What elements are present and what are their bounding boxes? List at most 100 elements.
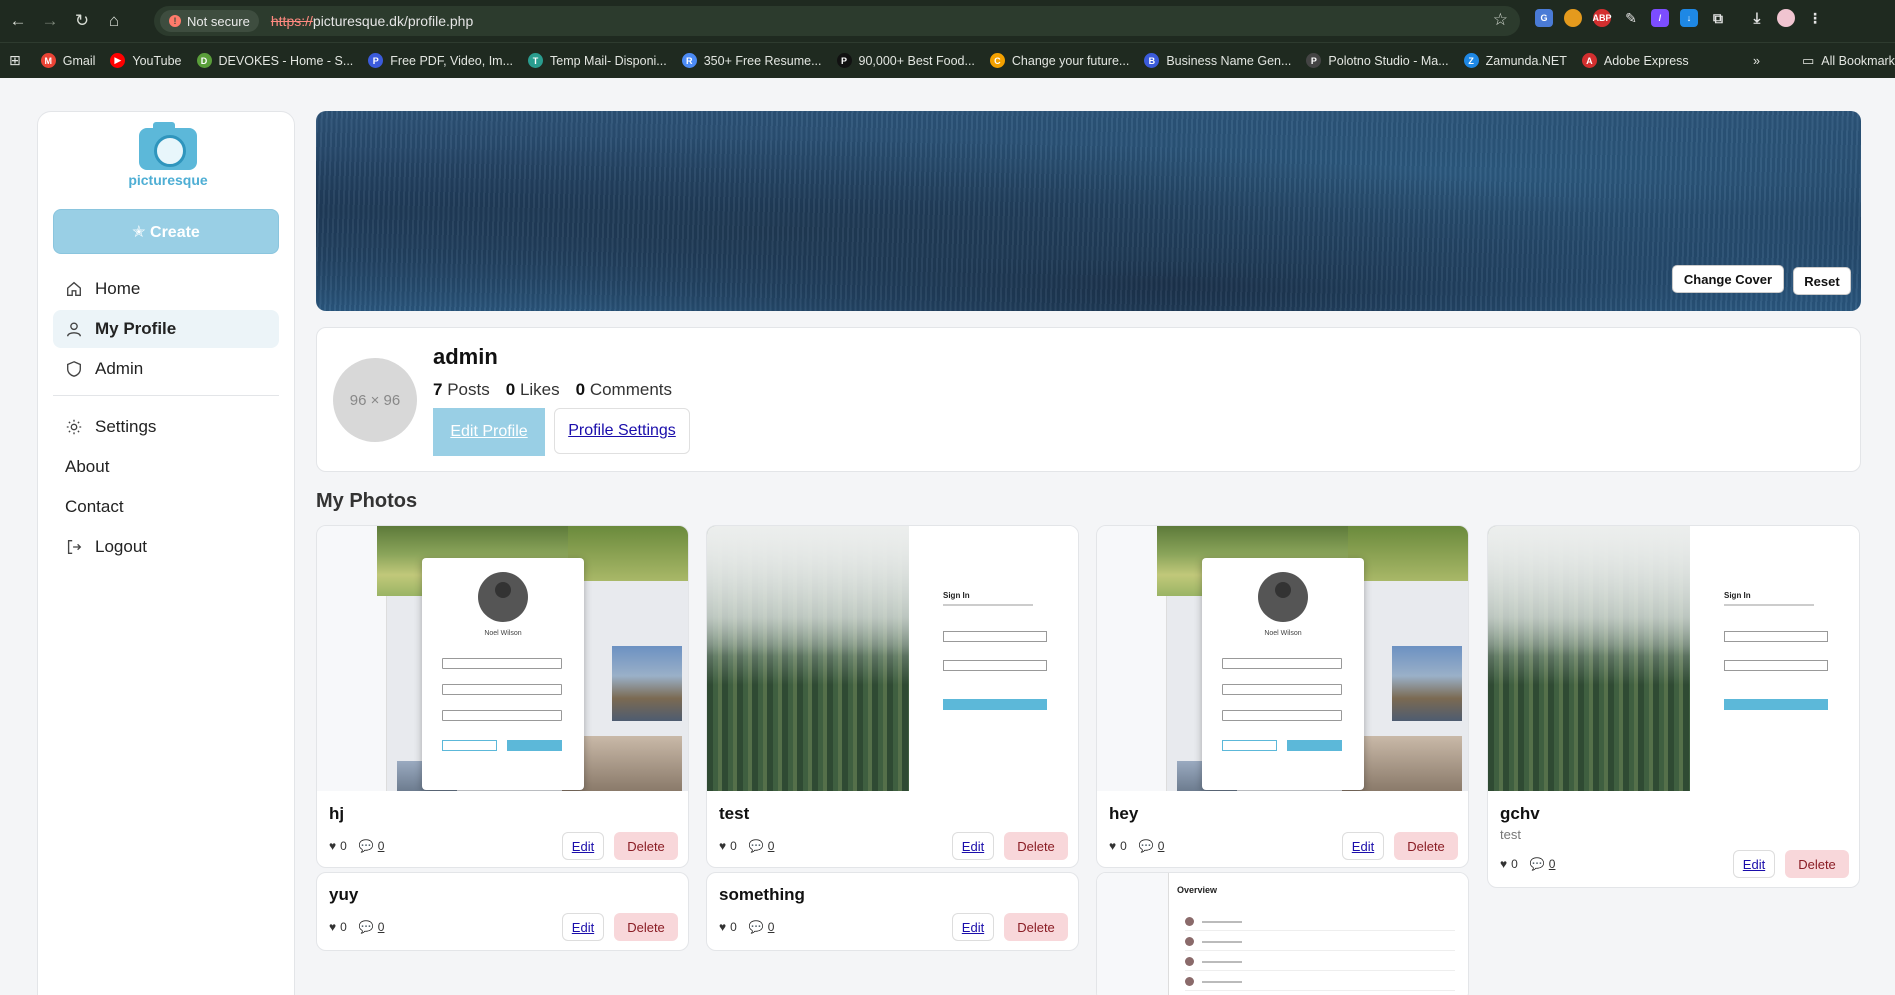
photo-card[interactable]: Noel Wilson hey ♥ 0 💬 0 Edit Delete bbox=[1096, 525, 1469, 868]
reload-icon[interactable]: ↻ bbox=[66, 5, 98, 37]
home-icon[interactable]: ⌂ bbox=[98, 5, 130, 37]
edit-photo-button[interactable]: Edit bbox=[562, 832, 604, 860]
heart-icon: ♥ bbox=[329, 839, 337, 853]
delete-photo-button[interactable]: Delete bbox=[1394, 832, 1458, 860]
bookmark-favicon-icon: D bbox=[196, 53, 212, 68]
home-icon bbox=[67, 281, 81, 296]
edit-photo-button[interactable]: Edit bbox=[1342, 832, 1384, 860]
bookmark-item[interactable]: R 350+ Free Resume... bbox=[681, 53, 822, 68]
menu-icon[interactable]: ⋮ bbox=[1806, 9, 1824, 27]
comments-count[interactable]: 💬 0 bbox=[749, 920, 775, 934]
edit-photo-button[interactable]: Edit bbox=[1733, 850, 1775, 878]
delete-photo-button[interactable]: Delete bbox=[614, 832, 678, 860]
comments-count[interactable]: 💬 0 bbox=[359, 920, 385, 934]
bookmark-label: Polotno Studio - Ma... bbox=[1328, 53, 1449, 68]
comments-count[interactable]: 💬 0 bbox=[749, 839, 775, 853]
apps-icon[interactable]: ⊞ bbox=[9, 52, 21, 69]
camera-logo-icon bbox=[139, 122, 197, 170]
bookmark-item[interactable]: A Adobe Express bbox=[1581, 53, 1689, 68]
comments-count[interactable]: 💬 0 bbox=[359, 839, 385, 853]
forward-icon[interactable]: → bbox=[34, 5, 66, 37]
sidebar-item-home[interactable]: Home bbox=[53, 270, 279, 308]
photo-card[interactable]: something ♥ 0 💬 0 Edit Delete bbox=[706, 872, 1079, 951]
sidebar-item-admin[interactable]: Admin bbox=[53, 350, 279, 388]
change-cover-button[interactable]: Change Cover bbox=[1672, 265, 1784, 293]
url-text[interactable]: https://picturesque.dk/profile.php bbox=[271, 13, 473, 29]
edit-profile-button[interactable]: Edit Profile bbox=[433, 408, 545, 456]
bookmark-favicon-icon: P bbox=[368, 53, 384, 68]
translate-extension-icon[interactable]: G bbox=[1535, 9, 1553, 27]
bookmark-star-icon[interactable]: ☆ bbox=[1493, 10, 1508, 30]
puzzle-icon[interactable]: ⧉ bbox=[1709, 9, 1727, 27]
likes-count[interactable]: ♥ 0 bbox=[719, 839, 737, 853]
bookmark-label: 90,000+ Best Food... bbox=[858, 53, 975, 68]
reset-cover-button[interactable]: Reset bbox=[1793, 267, 1851, 295]
profile-avatar-icon[interactable] bbox=[1777, 9, 1795, 27]
edit-photo-button[interactable]: Edit bbox=[952, 913, 994, 941]
bookmark-item[interactable]: P Free PDF, Video, Im... bbox=[368, 53, 513, 68]
photo-thumbnail[interactable]: Noel Wilson bbox=[1097, 526, 1468, 791]
photo-thumbnail[interactable]: Sign In bbox=[707, 526, 1078, 791]
comments-count[interactable]: 💬 0 bbox=[1530, 857, 1556, 871]
bookmark-favicon-icon: Z bbox=[1463, 53, 1479, 68]
delete-photo-button[interactable]: Delete bbox=[614, 913, 678, 941]
sidebar-item-settings[interactable]: Settings bbox=[53, 408, 279, 446]
eyedropper-icon[interactable]: ✎ bbox=[1622, 9, 1640, 27]
sidebar-item-my-profile[interactable]: My Profile bbox=[53, 310, 279, 348]
sidebar-item-contact[interactable]: Contact bbox=[53, 488, 279, 526]
downloads-icon[interactable]: ⤓ bbox=[1748, 9, 1766, 27]
bookmark-label: Adobe Express bbox=[1603, 53, 1689, 68]
sidebar-item-about[interactable]: About bbox=[53, 448, 279, 486]
security-indicator[interactable]: ! Not secure bbox=[160, 10, 259, 32]
edit-photo-button[interactable]: Edit bbox=[952, 832, 994, 860]
logo-text: picturesque bbox=[128, 172, 208, 188]
photo-card[interactable]: yuy ♥ 0 💬 0 Edit Delete bbox=[316, 872, 689, 951]
delete-photo-button[interactable]: Delete bbox=[1004, 832, 1068, 860]
likes-count[interactable]: ♥ 0 bbox=[1500, 857, 1518, 871]
comment-icon: 💬 bbox=[748, 839, 764, 853]
more-bookmarks-icon[interactable]: » bbox=[1753, 54, 1760, 68]
photo-card[interactable]: Sign In test ♥ 0 💬 0 Edit Delete bbox=[706, 525, 1079, 868]
bookmark-item[interactable]: Z Zamunda.NET bbox=[1463, 53, 1567, 68]
photo-title: hey bbox=[1109, 804, 1139, 823]
address-bar[interactable]: ! Not secure https://picturesque.dk/prof… bbox=[154, 6, 1520, 36]
adblock-icon[interactable]: ABP bbox=[1593, 9, 1612, 27]
download-extension-icon[interactable]: ↓ bbox=[1680, 9, 1698, 27]
bookmark-item[interactable]: T Temp Mail- Disponi... bbox=[528, 53, 667, 68]
sidebar-item-logout[interactable]: Logout bbox=[53, 528, 279, 566]
section-title-my-photos: My Photos bbox=[316, 490, 418, 512]
photo-thumbnail[interactable]: Noel Wilson bbox=[317, 526, 688, 791]
photo-card[interactable]: Noel Wilson hj ♥ 0 💬 0 Edit Delete bbox=[316, 525, 689, 868]
bookmark-item[interactable]: D DEVOKES - Home - S... bbox=[196, 53, 353, 68]
likes-count[interactable]: ♥ 0 bbox=[1109, 839, 1127, 853]
back-icon[interactable]: ← bbox=[2, 5, 34, 37]
delete-photo-button[interactable]: Delete bbox=[1004, 913, 1068, 941]
bookmark-item[interactable]: P 90,000+ Best Food... bbox=[836, 53, 975, 68]
bookmark-item[interactable]: P Polotno Studio - Ma... bbox=[1306, 53, 1449, 68]
logo[interactable]: picturesque bbox=[127, 122, 209, 188]
likes-count[interactable]: ♥ 0 bbox=[329, 920, 347, 934]
heart-icon: ♥ bbox=[719, 839, 727, 853]
sidebar-item-label: Admin bbox=[95, 359, 144, 378]
avatar[interactable]: 96 × 96 bbox=[333, 358, 417, 442]
likes-count[interactable]: ♥ 0 bbox=[329, 839, 347, 853]
extensions-area: G ABP ✎ / ↓ ⧉ ⤓ ⋮ bbox=[1535, 9, 1824, 27]
photo-card[interactable]: Overview bbox=[1096, 872, 1469, 995]
bookmark-item[interactable]: B Business Name Gen... bbox=[1144, 53, 1291, 68]
bookmark-item[interactable]: M Gmail bbox=[40, 53, 95, 68]
comments-count[interactable]: 💬 0 bbox=[1139, 839, 1165, 853]
likes-count[interactable]: ♥ 0 bbox=[719, 920, 737, 934]
edit-photo-button[interactable]: Edit bbox=[562, 913, 604, 941]
extension-icon[interactable]: / bbox=[1651, 9, 1669, 27]
all-bookmarks[interactable]: ▭ All Bookmark bbox=[1802, 53, 1895, 69]
create-button[interactable]: ✭ Create bbox=[53, 209, 279, 254]
bookmark-label: Free PDF, Video, Im... bbox=[390, 53, 514, 68]
extension-icon[interactable] bbox=[1564, 9, 1582, 27]
photo-thumbnail[interactable]: Overview bbox=[1097, 873, 1468, 995]
photo-card[interactable]: Sign In gchv test ♥ 0 💬 0 Edit Delete bbox=[1487, 525, 1860, 888]
profile-settings-button[interactable]: Profile Settings bbox=[554, 408, 690, 454]
photo-thumbnail[interactable]: Sign In bbox=[1488, 526, 1859, 791]
bookmark-item[interactable]: ▶ YouTube bbox=[110, 53, 182, 68]
delete-photo-button[interactable]: Delete bbox=[1785, 850, 1849, 878]
bookmark-item[interactable]: C Change your future... bbox=[989, 53, 1129, 68]
